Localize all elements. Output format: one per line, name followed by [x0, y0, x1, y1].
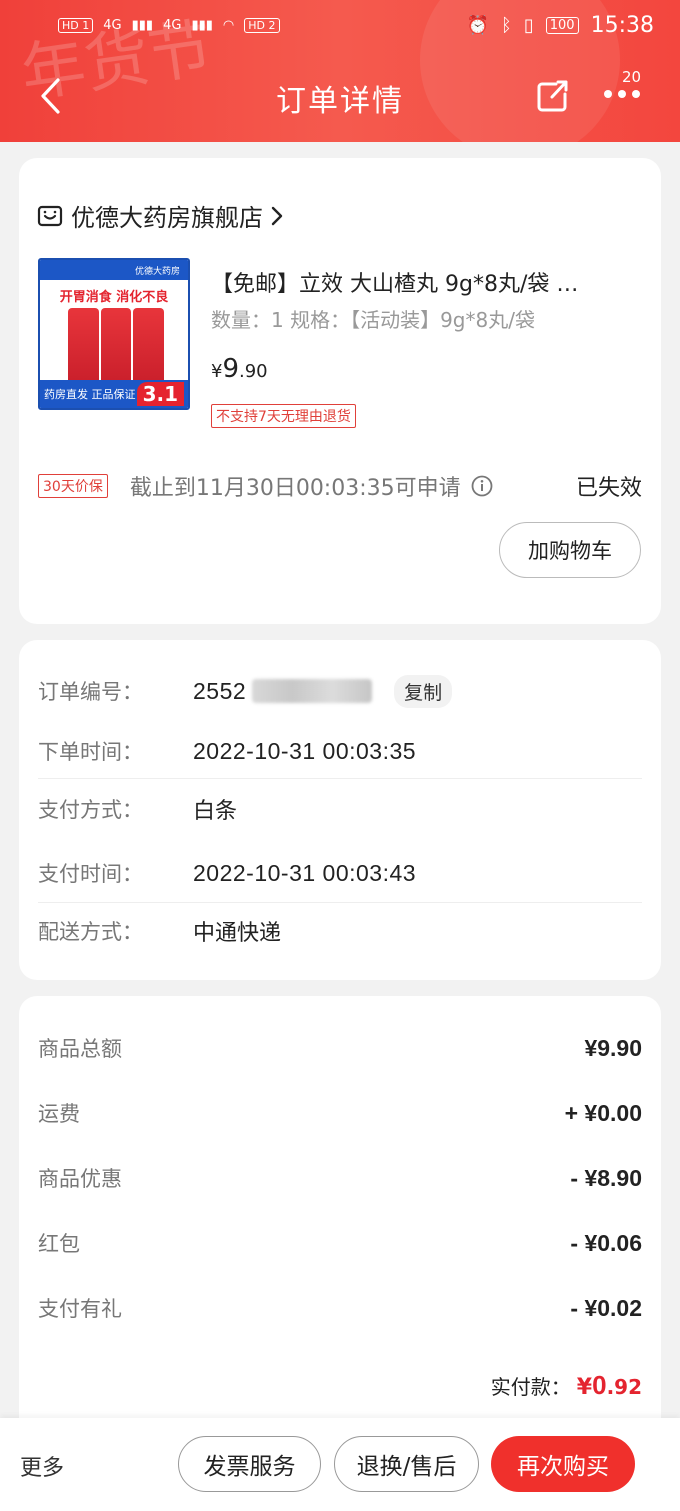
thumb-headline: 开胃消食 消化不良: [59, 290, 169, 305]
paid-decimal: .92: [606, 1375, 642, 1399]
paid-label: 实付款：: [490, 1375, 571, 1399]
paid-currency: ¥: [576, 1375, 593, 1400]
bluetooth-icon: ᛒ: [501, 14, 512, 36]
price-protect-text: 截止到11月30日00:03:35可申请: [129, 476, 461, 501]
more-link[interactable]: 更多: [20, 1450, 64, 1482]
delivery-value: 中通快递: [193, 921, 282, 946]
shop-icon: [37, 205, 63, 226]
price-currency: ¥: [211, 361, 223, 382]
fee-row-red-packet: 红包 - ¥0.06: [38, 1227, 642, 1259]
fee-label: 红包: [38, 1232, 80, 1256]
fee-row-total: 商品总额 ¥9.90: [38, 1032, 642, 1064]
message-count-badge: 20: [622, 68, 642, 86]
product-thumbnail[interactable]: 优德大药房 开胃消食 消化不良 药房直发 正品保证 3.1: [38, 258, 190, 410]
rebuy-button[interactable]: 再次购买: [491, 1436, 635, 1492]
fee-value: ¥9.90: [584, 1034, 642, 1061]
order-number-label: 订单编号：: [38, 680, 143, 704]
order-number-redacted: [252, 679, 373, 703]
paid-amount-row: 实付款： ¥0.92: [491, 1370, 642, 1401]
thumb-product-packs: [68, 308, 165, 384]
order-number-value: 2552: [193, 677, 247, 704]
price-protect-row: 30天价保 截止到11月30日00:03:35可申请 已失效: [38, 470, 642, 502]
status-bar: HD 1 4G ▮▮▮ 4G ▮▮▮ ◠ HD 2 ⏰ ᛒ ▯ 100 15:3…: [58, 10, 654, 40]
product-spec: 数量：1 规格：【活动装】9g*8丸/袋: [211, 308, 535, 332]
fee-row-shipping: 运费 + ¥0.00: [38, 1097, 642, 1129]
delivery-row: 配送方式： 中通快递: [38, 916, 642, 946]
product-price: ¥9.90: [211, 354, 268, 384]
page-title: 订单详情: [276, 84, 404, 119]
hd2-indicator: HD 2: [244, 17, 280, 33]
price-decimal: .90: [239, 361, 268, 382]
shop-name: 优德大药房旗舰店: [71, 204, 263, 232]
alarm-icon: ⏰: [466, 14, 490, 36]
order-time-row: 下单时间： 2022-10-31 00:03:35: [38, 736, 642, 766]
product-card: 优德大药房旗舰店 优德大药房 开胃消食 消化不良 药房直发 正品保证 3.1 【…: [19, 158, 661, 624]
fee-row-discount: 商品优惠 - ¥8.90: [38, 1162, 642, 1194]
fee-value: - ¥8.90: [570, 1164, 642, 1191]
hd1-indicator: HD 1: [58, 17, 94, 33]
bottom-action-bar: 更多 发票服务 退换/售后 再次购买: [0, 1418, 680, 1511]
more-dots-icon[interactable]: [602, 84, 642, 104]
signal-icon: ▮▮▮: [131, 17, 154, 33]
paid-integer: 0: [592, 1370, 607, 1400]
divider: [38, 778, 642, 779]
wifi-icon: ◠: [222, 17, 235, 33]
chevron-right-icon: [271, 206, 283, 225]
fee-value: - ¥0.02: [570, 1294, 642, 1321]
clock: 15:38: [590, 12, 654, 38]
vibrate-icon: ▯: [523, 14, 534, 36]
thumb-price-tag: 3.1: [136, 382, 184, 406]
fee-row-pay-gift: 支付有礼 - ¥0.02: [38, 1292, 642, 1324]
price-protect-status: 已失效: [575, 476, 642, 501]
pay-time-label: 支付时间：: [38, 862, 143, 886]
copy-button[interactable]: 复制: [394, 674, 453, 708]
order-info-card: 订单编号： 2552 复制 下单时间： 2022-10-31 00:03:35 …: [19, 640, 661, 980]
top-header: 年货节 HD 1 4G ▮▮▮ 4G ▮▮▮ ◠ HD 2 ⏰ ᛒ ▯ 100 …: [0, 0, 680, 142]
fee-value: - ¥0.06: [570, 1229, 642, 1256]
divider: [38, 902, 642, 903]
fee-label: 商品总额: [38, 1037, 122, 1061]
shop-link[interactable]: 优德大药房旗舰店: [37, 198, 283, 233]
share-icon[interactable]: [534, 78, 570, 114]
order-number-row: 订单编号： 2552 复制: [38, 674, 642, 708]
pay-method-value: 白条: [193, 799, 238, 824]
pay-method-label: 支付方式：: [38, 798, 143, 822]
price-integer: 9: [222, 354, 239, 384]
fee-label: 运费: [38, 1102, 80, 1126]
signal-icon-2: ▮▮▮: [191, 17, 213, 33]
after-sale-button[interactable]: 退换/售后: [334, 1436, 479, 1492]
net1-indicator: 4G: [103, 17, 122, 33]
order-time-label: 下单时间：: [38, 740, 143, 764]
no-return-tag: 不支持7天无理由退货: [211, 404, 356, 428]
battery-indicator: 100: [545, 16, 579, 34]
order-time-value: 2022-10-31 00:03:35: [193, 737, 417, 764]
fee-label: 支付有礼: [38, 1297, 122, 1321]
fee-value: + ¥0.00: [564, 1099, 642, 1126]
net2-indicator: 4G: [163, 17, 182, 33]
info-icon[interactable]: [471, 475, 493, 497]
status-left: HD 1 4G ▮▮▮ 4G ▮▮▮ ◠ HD 2: [58, 17, 280, 33]
status-right: ⏰ ᛒ ▯ 100 15:38: [467, 13, 654, 38]
invoice-button[interactable]: 发票服务: [178, 1436, 321, 1492]
product-name[interactable]: 【免邮】立效 大山楂丸 9g*8丸/袋 …: [211, 266, 631, 298]
price-protect-tag: 30天价保: [38, 474, 108, 498]
fee-label: 商品优惠: [38, 1167, 122, 1191]
pay-time-value: 2022-10-31 00:03:43: [193, 859, 417, 886]
thumb-brand: 优德大药房: [40, 260, 188, 280]
delivery-label: 配送方式：: [38, 920, 143, 944]
add-to-cart-button[interactable]: 加购物车: [499, 522, 641, 578]
pay-method-row: 支付方式： 白条: [38, 794, 642, 824]
pay-time-row: 支付时间： 2022-10-31 00:03:43: [38, 858, 642, 888]
fee-summary-card: 商品总额 ¥9.90 运费 + ¥0.00 商品优惠 - ¥8.90 红包 - …: [19, 996, 661, 1436]
